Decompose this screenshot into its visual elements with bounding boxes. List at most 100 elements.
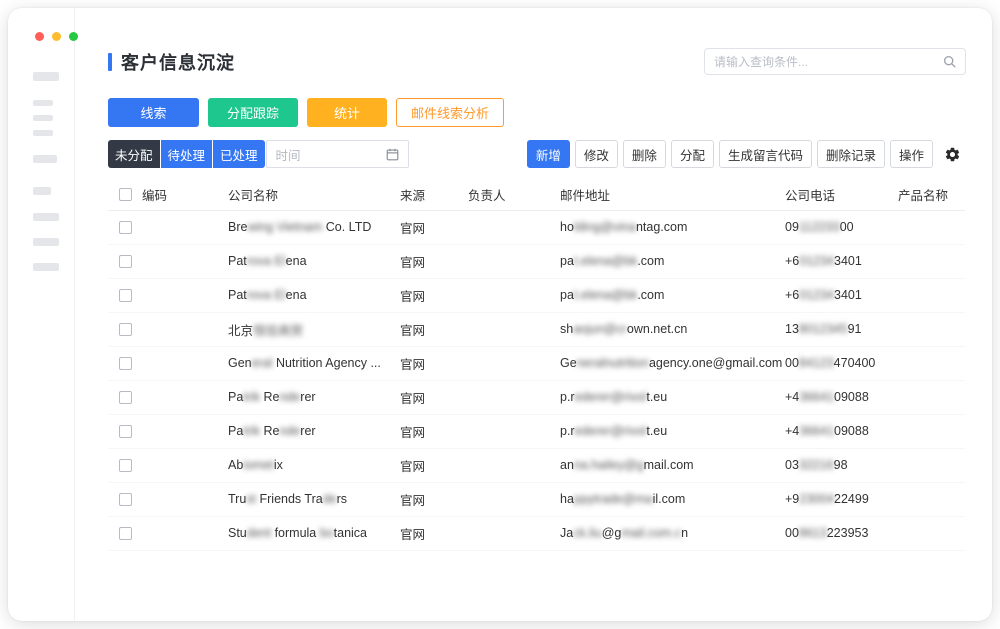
row-select-cell <box>108 448 142 482</box>
row-checkbox[interactable] <box>119 391 132 404</box>
column-header-owner: 负责人 <box>468 179 560 210</box>
phone-cell: 0911223300 <box>785 210 898 244</box>
row-checkbox[interactable] <box>119 459 132 472</box>
product-cell <box>898 278 965 312</box>
code-cell <box>142 482 228 516</box>
action-button-group: 新增 修改 删除 分配 生成留言代码 删除记录 操作 <box>527 140 966 168</box>
nav-button-statistics[interactable]: 统计 <box>307 98 387 127</box>
sidebar-menu-placeholder[interactable] <box>33 238 59 246</box>
row-checkbox[interactable] <box>119 425 132 438</box>
sidebar-menu-placeholder[interactable] <box>33 100 53 106</box>
source-cell: 官网 <box>400 516 468 550</box>
row-checkbox[interactable] <box>119 493 132 506</box>
generate-message-code-button[interactable]: 生成留言代码 <box>719 140 812 168</box>
table-row: Patrik Renderer官网p.rederer@rivolt.eu+436… <box>108 414 965 448</box>
code-cell <box>142 278 228 312</box>
table-row: Patrova Elena官网pat.elena@bk.com+60123434… <box>108 278 965 312</box>
email-cell: pat.elena@bk.com <box>560 244 785 278</box>
nav-button-leads[interactable]: 线索 <box>108 98 199 127</box>
sidebar-menu-placeholder[interactable] <box>33 115 53 121</box>
owner-cell <box>468 278 560 312</box>
sidebar-menu-placeholder[interactable] <box>33 155 57 163</box>
date-filter-input[interactable]: 时间 <box>266 140 409 168</box>
status-filter-segments: 未分配 待处理 已处理 <box>108 140 265 168</box>
assign-button[interactable]: 分配 <box>671 140 714 168</box>
phone-cell: +43664109088 <box>785 414 898 448</box>
settings-gear-button[interactable] <box>938 140 966 168</box>
source-cell: 官网 <box>400 278 468 312</box>
row-select-cell <box>108 346 142 380</box>
select-all-checkbox[interactable] <box>119 188 132 201</box>
email-cell: holding@vinantag.com <box>560 210 785 244</box>
column-header-source: 来源 <box>400 179 468 210</box>
delete-button[interactable]: 删除 <box>623 140 666 168</box>
main-content: 客户信息沉淀 线索 分配跟踪 统计 邮件线索分析 未分配 待处理 <box>75 8 992 621</box>
company-cell: Patrik Renderer <box>228 380 400 414</box>
table-row: General Nutrition Agency ...官网Generalnut… <box>108 346 965 380</box>
email-cell: p.rederer@rivolt.eu <box>560 380 785 414</box>
row-checkbox[interactable] <box>119 357 132 370</box>
source-cell: 官网 <box>400 482 468 516</box>
sidebar-menu-placeholder[interactable] <box>33 263 59 271</box>
company-cell: Patrova Elena <box>228 244 400 278</box>
table-row: Patrik Renderer官网p.rederer@rivolt.eu+436… <box>108 380 965 414</box>
edit-button[interactable]: 修改 <box>575 140 618 168</box>
column-header-company: 公司名称 <box>228 179 400 210</box>
row-checkbox[interactable] <box>119 289 132 302</box>
filter-unassigned-tab[interactable]: 未分配 <box>108 140 160 168</box>
nav-button-email-lead-analysis[interactable]: 邮件线索分析 <box>396 98 504 127</box>
row-checkbox[interactable] <box>119 323 132 336</box>
code-cell <box>142 516 228 550</box>
add-button[interactable]: 新增 <box>527 140 570 168</box>
nav-button-assign-track[interactable]: 分配跟踪 <box>208 98 298 127</box>
column-header-phone: 公司电话 <box>785 179 898 210</box>
row-checkbox[interactable] <box>119 527 132 540</box>
product-cell <box>898 448 965 482</box>
code-cell <box>142 312 228 346</box>
delete-record-button[interactable]: 删除记录 <box>817 140 885 168</box>
code-cell <box>142 380 228 414</box>
search-input[interactable] <box>714 55 937 69</box>
email-cell: happytrade@mail.com <box>560 482 785 516</box>
source-cell: 官网 <box>400 346 468 380</box>
operate-button[interactable]: 操作 <box>890 140 933 168</box>
sidebar <box>8 8 75 621</box>
product-cell <box>898 516 965 550</box>
owner-cell <box>468 244 560 278</box>
maximize-window-button[interactable] <box>69 32 78 41</box>
product-cell <box>898 244 965 278</box>
product-cell <box>898 482 965 516</box>
row-select-cell <box>108 516 142 550</box>
phone-cell: 008613223953 <box>785 516 898 550</box>
code-cell <box>142 210 228 244</box>
table-header-row: 编码 公司名称 来源 负责人 邮件地址 公司电话 产品名称 <box>108 179 965 210</box>
email-cell: shaojun@crown.net.cn <box>560 312 785 346</box>
select-all-cell <box>108 179 142 210</box>
filter-processed-tab[interactable]: 已处理 <box>213 140 265 168</box>
close-window-button[interactable] <box>35 32 44 41</box>
sidebar-menu-placeholder[interactable] <box>33 130 53 136</box>
search-icon[interactable] <box>943 55 956 68</box>
sidebar-menu-placeholder[interactable] <box>33 187 51 195</box>
minimize-window-button[interactable] <box>52 32 61 41</box>
row-checkbox[interactable] <box>119 221 132 234</box>
page-title-wrap: 客户信息沉淀 <box>108 49 235 75</box>
row-select-cell <box>108 244 142 278</box>
customer-table: 编码 公司名称 来源 负责人 邮件地址 公司电话 产品名称 Brewing Vi… <box>108 179 965 551</box>
app-window: 客户信息沉淀 线索 分配跟踪 统计 邮件线索分析 未分配 待处理 <box>8 8 992 621</box>
phone-cell: +6012343401 <box>785 278 898 312</box>
product-cell <box>898 414 965 448</box>
sidebar-menu-placeholder[interactable] <box>33 213 59 221</box>
column-header-email: 邮件地址 <box>560 179 785 210</box>
company-cell: Student formula botanica <box>228 516 400 550</box>
table-row: 北京恒信商贸官网shaojun@crown.net.cn13801234591 <box>108 312 965 346</box>
filter-pending-tab[interactable]: 待处理 <box>161 140 213 168</box>
date-placeholder: 时间 <box>276 145 301 164</box>
column-header-product: 产品名称 <box>898 179 965 210</box>
product-cell <box>898 346 965 380</box>
owner-cell <box>468 210 560 244</box>
row-checkbox[interactable] <box>119 255 132 268</box>
phone-cell: 0084123470400 <box>785 346 898 380</box>
product-cell <box>898 210 965 244</box>
email-cell: pat.elena@bk.com <box>560 278 785 312</box>
